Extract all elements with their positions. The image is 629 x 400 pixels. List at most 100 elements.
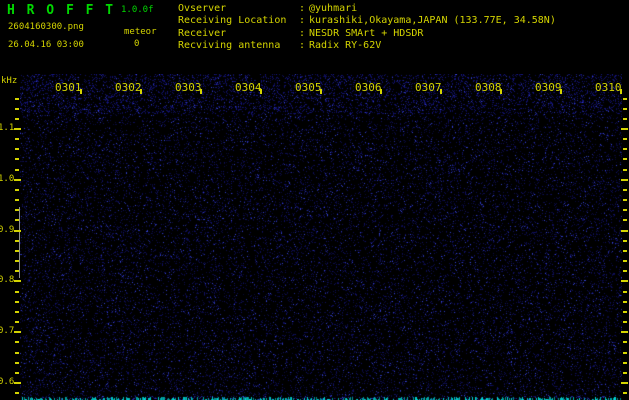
y-axis-tick-right <box>621 382 628 385</box>
info-row: Receiver: NESDR SMArt + HDSDR <box>178 28 556 40</box>
info-separator: : <box>299 15 306 27</box>
y-axis-tick-left <box>14 280 21 283</box>
x-axis-tick-label: 0306 <box>355 81 382 94</box>
y-axis-tick-left <box>15 290 19 293</box>
carrier-line-middle <box>22 380 621 381</box>
y-axis-tick-right <box>623 341 627 344</box>
y-axis-tick-left <box>15 260 19 263</box>
y-axis-tick-right <box>621 229 628 232</box>
y-axis-tick-right <box>623 107 627 110</box>
x-axis-tick-mark <box>200 89 202 94</box>
y-axis-tick-right <box>623 219 627 222</box>
y-axis-tick-right <box>623 321 627 324</box>
y-axis-tick-right <box>623 117 627 120</box>
y-axis-unit-label: kHz <box>1 76 18 86</box>
y-axis-tick-right <box>623 371 627 374</box>
y-axis-tick-right <box>623 392 627 395</box>
y-axis-tick-right <box>621 331 628 334</box>
y-axis-tick-left <box>15 239 19 242</box>
y-axis-tick-left <box>15 148 19 151</box>
hrofft-screen: H R O F F T 1.0.0f 2604160300.png meteor… <box>0 0 629 400</box>
app-version: 1.0.0f <box>121 5 154 15</box>
y-axis-tick-label: 0.8 <box>0 275 15 286</box>
info-value: Radix RY-62V <box>309 40 382 52</box>
y-axis-tick-left <box>14 178 21 181</box>
y-axis-tick-label: 1.0 <box>0 173 15 184</box>
x-axis-tick-mark <box>260 89 262 94</box>
file-name: 2604160300.png <box>8 22 84 32</box>
y-axis-tick-right <box>623 148 627 151</box>
y-axis-tick-right <box>621 178 628 181</box>
carrier-line-bottom <box>22 390 621 391</box>
y-axis-tick-label: 1.1 <box>0 122 15 133</box>
info-row: Receiving Location: kurashiki,Okayama,JAP… <box>178 15 556 27</box>
info-separator: : <box>299 3 306 14</box>
y-axis-tick-left <box>15 168 19 171</box>
y-axis-tick-left <box>15 117 19 120</box>
y-axis-tick-right <box>623 239 627 242</box>
y-axis-tick-right <box>623 260 627 263</box>
info-label: Receiving Location <box>178 15 287 27</box>
info-separator: : <box>299 27 306 39</box>
x-axis-tick-mark <box>320 89 322 94</box>
x-axis-tick-label: 0308 <box>475 81 502 94</box>
spectrogram-noise-canvas <box>20 74 622 400</box>
y-axis-tick-left <box>15 321 19 324</box>
y-axis-tick-right <box>623 249 627 252</box>
y-axis-tick-right <box>623 290 627 293</box>
info-row: Recviving antenna: Radix RY-62V <box>178 40 556 52</box>
x-axis-tick-label: 0302 <box>115 81 142 94</box>
y-axis-tick-left <box>14 382 21 385</box>
info-label: Recviving antenna <box>178 40 281 52</box>
x-axis-tick-mark <box>500 89 502 94</box>
x-axis-tick-label: 0307 <box>415 81 442 94</box>
info-row: Ovserver: @yuhmari <box>178 3 556 15</box>
info-separator: : <box>299 40 306 52</box>
x-axis-tick-label: 0309 <box>535 81 562 94</box>
info-label: Ovserver <box>178 3 227 14</box>
y-axis-tick-left <box>14 229 21 232</box>
info-value: @yuhmari <box>309 3 358 14</box>
y-axis-tick-label: 0.7 <box>0 326 15 337</box>
y-axis-tick-left <box>15 97 19 100</box>
y-axis-tick-left <box>15 138 19 141</box>
x-axis-tick-label: 0303 <box>175 81 202 94</box>
y-axis-tick-right <box>623 209 627 212</box>
meteor-count-value: 0 <box>134 39 140 49</box>
y-axis-tick-right <box>623 300 627 303</box>
y-axis-tick-left <box>15 300 19 303</box>
y-axis-tick-left <box>15 270 19 273</box>
y-axis-tick-right <box>623 168 627 171</box>
x-axis-tick-mark <box>380 89 382 94</box>
x-axis-tick-mark <box>620 89 622 94</box>
y-axis-tick-left <box>15 351 19 354</box>
info-value: kurashiki,Okayama,JAPAN (133.77E, 34.58N… <box>309 15 556 27</box>
y-axis-tick-right <box>623 158 627 161</box>
y-axis-tick-left <box>15 392 19 395</box>
x-axis-tick-mark <box>560 89 562 94</box>
y-axis-tick-label: 0.9 <box>0 224 15 235</box>
y-axis-tick-left <box>15 209 19 212</box>
y-axis-tick-right <box>623 361 627 364</box>
y-axis-tick-left <box>15 199 19 202</box>
x-axis-tick-mark <box>440 89 442 94</box>
y-axis-tick-right <box>623 97 627 100</box>
y-axis-tick-left <box>15 107 19 110</box>
app-title: H R O F F T <box>7 3 116 18</box>
y-axis-tick-left <box>15 341 19 344</box>
y-axis-tick-label: 0.6 <box>0 377 15 388</box>
y-axis-tick-left <box>15 158 19 161</box>
x-axis-tick-label: 0304 <box>235 81 262 94</box>
y-axis-tick-right <box>623 138 627 141</box>
x-axis-tick-mark <box>140 89 142 94</box>
y-axis-tick-right <box>623 351 627 354</box>
carrier-line-top <box>22 370 621 371</box>
info-label: Receiver <box>178 27 227 39</box>
y-axis-tick-right <box>623 270 627 273</box>
y-axis-tick-right <box>621 127 628 130</box>
y-axis-tick-left <box>15 310 19 313</box>
meteor-counter-label: meteor <box>124 27 157 37</box>
y-axis-tick-left <box>15 188 19 191</box>
x-axis-tick-label: 0310 <box>595 81 622 94</box>
x-axis-tick-label: 0301 <box>55 81 82 94</box>
